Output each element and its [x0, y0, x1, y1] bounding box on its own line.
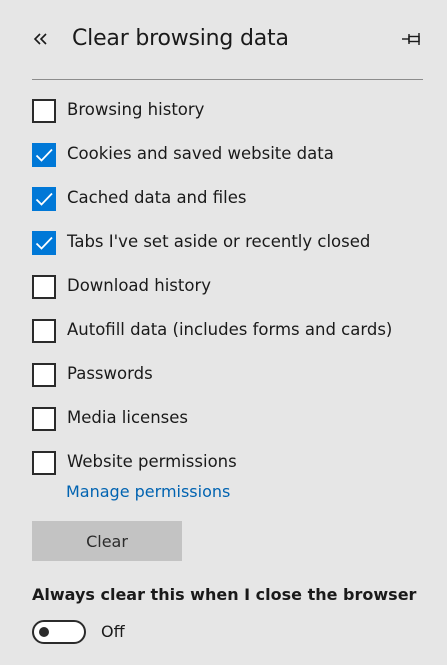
checkbox[interactable] [32, 187, 56, 211]
checkbox[interactable] [32, 319, 56, 343]
pin-icon [402, 33, 420, 45]
toggle-state-label: Off [101, 622, 125, 641]
clear-button[interactable]: Clear [32, 521, 182, 561]
pin-button[interactable] [400, 28, 426, 50]
checkmark-icon [35, 236, 53, 250]
option-browsing-history[interactable]: Browsing history [32, 99, 432, 127]
option-label: Browsing history [67, 100, 205, 119]
manage-permissions-link[interactable]: Manage permissions [66, 482, 230, 501]
option-media-licenses[interactable]: Media licenses [32, 407, 432, 435]
option-label: Cached data and files [67, 188, 247, 207]
checkbox[interactable] [32, 99, 56, 123]
option-label: Cookies and saved website data [67, 144, 334, 163]
option-label: Website permissions [67, 452, 237, 471]
option-download-history[interactable]: Download history [32, 275, 432, 303]
option-cached-data[interactable]: Cached data and files [32, 187, 432, 215]
option-autofill-data[interactable]: Autofill data (includes forms and cards) [32, 319, 432, 347]
checkbox[interactable] [32, 451, 56, 475]
option-label: Passwords [67, 364, 153, 383]
panel-header: Clear browsing data [0, 0, 447, 80]
auto-clear-toggle[interactable] [32, 620, 86, 644]
option-label: Media licenses [67, 408, 188, 427]
checkmark-icon [35, 192, 53, 206]
option-label: Download history [67, 276, 212, 295]
back-button[interactable] [30, 28, 54, 52]
option-label: Tabs I've set aside or recently closed [67, 232, 371, 251]
option-cookies[interactable]: Cookies and saved website data [32, 143, 432, 171]
checkbox[interactable] [32, 363, 56, 387]
checkmark-icon [35, 148, 53, 162]
option-passwords[interactable]: Passwords [32, 363, 432, 391]
option-tabs-aside[interactable]: Tabs I've set aside or recently closed [32, 231, 432, 259]
option-label: Autofill data (includes forms and cards) [67, 320, 393, 339]
toggle-knob [39, 627, 49, 637]
checkbox[interactable] [32, 143, 56, 167]
checkbox[interactable] [32, 407, 56, 431]
auto-clear-heading: Always clear this when I close the brows… [32, 585, 417, 604]
option-website-permissions[interactable]: Website permissions [32, 451, 432, 479]
page-title: Clear browsing data [72, 26, 289, 51]
checkbox[interactable] [32, 275, 56, 299]
double-chevron-left-icon [33, 33, 47, 45]
header-divider [32, 79, 423, 80]
checkbox[interactable] [32, 231, 56, 255]
